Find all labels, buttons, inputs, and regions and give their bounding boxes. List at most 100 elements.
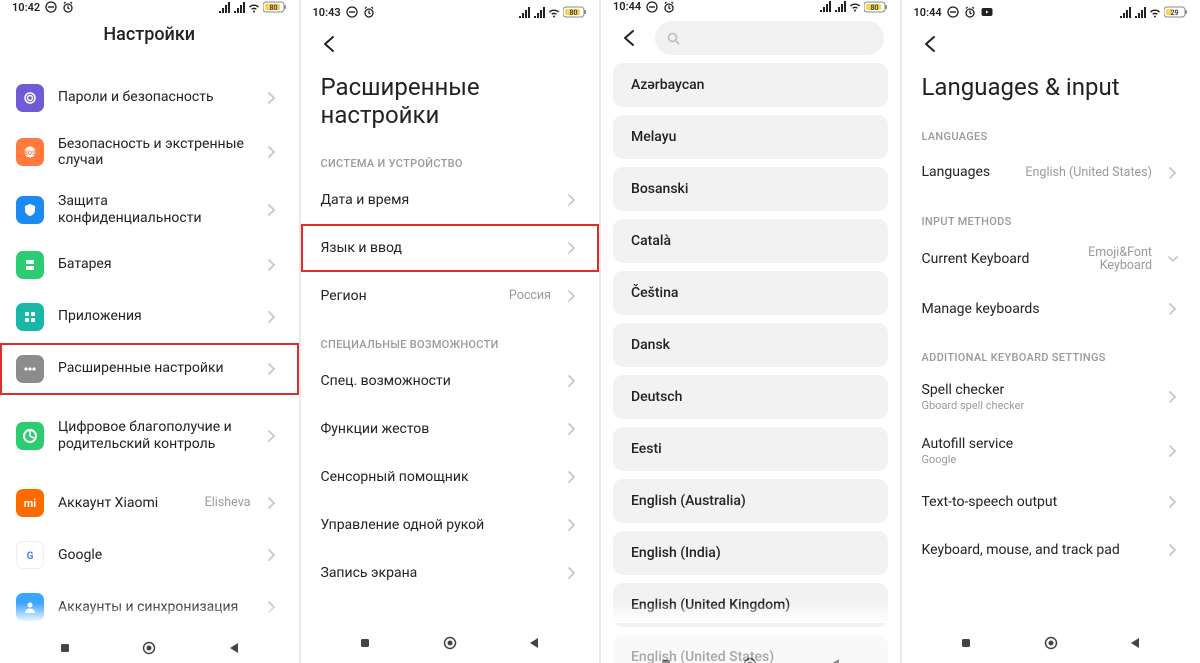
back-button[interactable]	[214, 633, 254, 663]
tts-item[interactable]: Text-to-speech output	[902, 478, 1200, 526]
list-item[interactable]: G Google	[0, 529, 299, 581]
list-item[interactable]: Защита конфиденциальности	[0, 181, 299, 239]
language-option[interactable]: Melayu	[613, 115, 888, 159]
back-button[interactable]	[514, 628, 554, 658]
list-item[interactable]: РегионРоссия	[301, 272, 600, 320]
list-item[interactable]: Спец. возможности	[301, 357, 600, 405]
section-input-methods: INPUT METHODS	[902, 197, 1200, 234]
nav-bar	[0, 633, 299, 663]
language-option[interactable]: Bosanski	[613, 167, 888, 211]
language-option[interactable]: English (United States)	[613, 635, 888, 663]
nav-bar	[301, 623, 600, 663]
recent-apps-button[interactable]	[45, 633, 85, 663]
home-button[interactable]	[129, 633, 169, 663]
language-option[interactable]: Dansk	[613, 323, 888, 367]
google-icon: G	[16, 541, 44, 569]
recent-apps-button[interactable]	[946, 628, 986, 658]
list-item[interactable]: Батарея	[0, 239, 299, 291]
do-not-disturb-icon	[947, 6, 959, 18]
list-item[interactable]: SOSБезопасность и экстренные случаи	[0, 124, 299, 182]
item-label: Управление одной рукой	[321, 517, 552, 534]
item-label: Язык и ввод	[321, 240, 552, 257]
home-button[interactable]	[430, 628, 470, 658]
item-label: Расширенные настройки	[58, 360, 251, 377]
manage-keyboards-item[interactable]: Manage keyboards	[902, 285, 1200, 333]
keyboard-mouse-trackpad-item[interactable]: Keyboard, mouse, and track pad	[902, 526, 1200, 574]
language-option[interactable]: English (Australia)	[613, 479, 888, 523]
list-item[interactable]: Функции жестов	[301, 405, 600, 453]
language-option[interactable]: Azərbaycan	[613, 63, 888, 107]
item-label: Text-to-speech output	[922, 494, 1153, 511]
status-bar: 10:42	[0, 0, 299, 15]
spell-checker-item[interactable]: Spell checker Gboard spell checker	[902, 370, 1200, 424]
language-option[interactable]: English (India)	[613, 531, 888, 575]
chevron-down-icon	[1166, 256, 1180, 263]
list-item[interactable]: Приложения	[0, 291, 299, 343]
section-accessibility: СПЕЦИАЛЬНЫЕ ВОЗМОЖНОСТИ	[301, 320, 600, 357]
item-value: English (United States)	[1025, 166, 1152, 180]
language-option[interactable]: Eesti	[613, 427, 888, 471]
svg-text:G: G	[27, 551, 34, 562]
signal-icon	[233, 2, 245, 13]
current-keyboard-item[interactable]: Current Keyboard Emoji&Font Keyboard	[902, 234, 1200, 286]
language-option[interactable]: Deutsch	[613, 375, 888, 419]
alarm-icon	[964, 6, 976, 18]
item-label: Аккаунт Xiaomi	[58, 495, 191, 512]
language-option[interactable]: Català	[613, 219, 888, 263]
language-option[interactable]: Čeština	[613, 271, 888, 315]
battery-icon	[16, 251, 44, 279]
list-item[interactable]: Пароли и безопасность	[0, 72, 299, 124]
list-item[interactable]: mi Аккаунт Xiaomi Elisheva	[0, 477, 299, 529]
list-item[interactable]: Расширенные настройки	[0, 343, 299, 395]
chevron-right-icon	[565, 519, 579, 531]
item-value: Elisheva	[205, 496, 251, 510]
chevron-right-icon	[565, 471, 579, 483]
chevron-right-icon	[565, 194, 579, 206]
language-option[interactable]: English (United Kingdom)	[613, 583, 888, 627]
list-item[interactable]: Цифровое благополучие и родительский кон…	[0, 407, 299, 465]
chevron-right-icon	[565, 567, 579, 579]
status-bar: 10:44	[902, 0, 1200, 24]
list-item[interactable]: Запись экрана	[301, 549, 600, 597]
page-title: Настройки	[0, 15, 299, 60]
chevron-right-icon	[1166, 544, 1180, 556]
wifi-icon	[248, 2, 260, 13]
status-bar: 10:43	[301, 0, 600, 24]
signal-icon	[518, 7, 530, 18]
home-button[interactable]	[1031, 628, 1071, 658]
alarm-icon	[663, 1, 675, 13]
item-label: Защита конфиденциальности	[58, 193, 251, 227]
autofill-service-item[interactable]: Autofill service Google	[902, 424, 1200, 478]
item-label: Сенсорный помощник	[321, 469, 552, 486]
languages-item[interactable]: Languages English (United States)	[902, 149, 1200, 197]
back-button[interactable]	[617, 26, 641, 50]
chevron-right-icon	[265, 204, 279, 216]
list-item[interactable]: Сенсорный помощник	[301, 453, 600, 501]
chevron-right-icon	[1166, 303, 1180, 315]
chevron-right-icon	[265, 549, 279, 561]
back-button[interactable]	[317, 32, 341, 56]
signal-icon	[1119, 7, 1131, 18]
item-label: Google	[58, 547, 251, 564]
do-not-disturb-icon	[346, 6, 358, 18]
list-item[interactable]: Управление одной рукой	[301, 501, 600, 549]
battery-icon	[864, 1, 888, 13]
section-additional: ADDITIONAL KEYBOARD SETTINGS	[902, 333, 1200, 370]
do-not-disturb-icon	[646, 1, 658, 13]
item-subtext: Gboard spell checker	[922, 399, 1153, 412]
battery-icon	[563, 6, 587, 18]
chevron-right-icon	[565, 423, 579, 435]
svg-text:SOS: SOS	[24, 150, 36, 157]
list-item[interactable]: Язык и ввод	[301, 224, 600, 272]
list-item[interactable]: Дата и время	[301, 176, 600, 224]
chevron-right-icon	[565, 375, 579, 387]
back-button[interactable]	[918, 32, 942, 56]
search-input[interactable]	[655, 21, 884, 55]
mi-icon: mi	[16, 489, 44, 517]
settings-list: Пароли и безопасностьSOSБезопасность и э…	[0, 72, 299, 395]
alarm-icon	[363, 6, 375, 18]
back-button[interactable]	[1115, 628, 1155, 658]
recent-apps-button[interactable]	[345, 628, 385, 658]
item-label: Autofill service	[922, 436, 1153, 453]
list-item[interactable]: Аккаунты и синхронизация	[0, 581, 299, 633]
